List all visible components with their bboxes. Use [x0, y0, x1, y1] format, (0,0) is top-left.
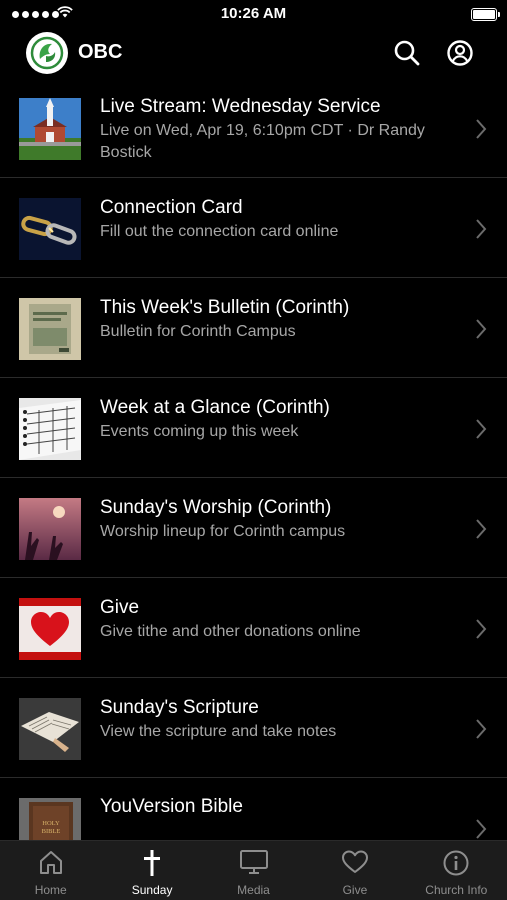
- app-header: OBC: [0, 28, 507, 78]
- list-item-week-at-a-glance[interactable]: Week at a Glance (Corinth) Events coming…: [0, 378, 507, 478]
- open-bible-thumbnail: [19, 698, 81, 760]
- status-time: 10:26 AM: [220, 5, 287, 22]
- account-icon: [447, 40, 473, 66]
- tab-home[interactable]: Home: [0, 841, 101, 900]
- list-item-subtitle: Worship lineup for Corinth campus: [100, 523, 346, 540]
- chain-links-thumbnail: [19, 198, 81, 260]
- tab-media[interactable]: Media: [203, 841, 304, 900]
- status-bar: 10:26 AM: [0, 0, 507, 28]
- tab-label: Sunday: [131, 883, 173, 897]
- search-button[interactable]: [390, 36, 424, 70]
- chevron-right-icon: [476, 819, 487, 839]
- list-item-sunday-scripture[interactable]: Sunday's Scripture View the scripture an…: [0, 678, 507, 778]
- content-list: Live Stream: Wednesday Service Live on W…: [0, 78, 507, 840]
- calendar-planner-thumbnail: [19, 398, 81, 460]
- worship-hands-thumbnail: [19, 498, 81, 560]
- list-item-title: Live Stream: Wednesday Service: [100, 96, 381, 117]
- chevron-right-icon: [476, 119, 487, 139]
- list-item-live-stream[interactable]: Live Stream: Wednesday Service Live on W…: [0, 78, 507, 178]
- list-item-youversion-bible[interactable]: HOLY BIBLE YouVersion Bible: [0, 778, 507, 840]
- tab-give[interactable]: Give: [304, 841, 405, 900]
- heart-thumbnail: [19, 598, 81, 660]
- list-item-subtitle: Events coming up this week: [100, 423, 299, 440]
- list-item-title: Sunday's Worship (Corinth): [100, 497, 332, 518]
- tab-label: Give: [342, 883, 368, 897]
- tab-label: Home: [34, 883, 67, 897]
- list-item-subtitle: Bulletin for Corinth Campus: [100, 323, 296, 340]
- tab-label: Church Info: [425, 883, 488, 897]
- holy-bible-cover-thumbnail: HOLY BIBLE: [19, 798, 81, 840]
- chevron-right-icon: [476, 319, 487, 339]
- list-item-subtitle: Fill out the connection card online: [100, 223, 339, 240]
- list-item-title: Connection Card: [100, 197, 243, 218]
- list-item-give[interactable]: Give Give tithe and other donations onli…: [0, 578, 507, 678]
- bible-cover-text-1: HOLY: [42, 820, 60, 827]
- list-item-title: Give: [100, 597, 140, 618]
- chevron-right-icon: [476, 519, 487, 539]
- tab-bar: Home Sunday Media Give Church Info: [0, 840, 507, 900]
- list-item-title: Week at a Glance (Corinth): [100, 397, 330, 418]
- list-item-sunday-worship[interactable]: Sunday's Worship (Corinth) Worship lineu…: [0, 478, 507, 578]
- chevron-right-icon: [476, 219, 487, 239]
- cross-icon: [144, 850, 161, 876]
- app-title: OBC: [78, 41, 123, 63]
- bulletin-page-thumbnail: [19, 298, 81, 360]
- search-icon: [394, 40, 420, 66]
- list-item-title: YouVersion Bible: [100, 796, 243, 817]
- church-building-thumbnail: [19, 98, 81, 160]
- chevron-right-icon: [476, 419, 487, 439]
- bible-cover-text-2: BIBLE: [42, 828, 61, 835]
- list-item-subtitle: Give tithe and other donations online: [100, 623, 361, 640]
- account-button[interactable]: [443, 36, 477, 70]
- tab-sunday[interactable]: Sunday: [101, 841, 202, 900]
- home-icon: [39, 851, 62, 874]
- battery-icon: [471, 8, 500, 21]
- chevron-right-icon: [476, 619, 487, 639]
- heart-icon: [341, 850, 368, 873]
- list-item-subtitle: Live on Wed, Apr 19, 6:10pm CDT · Dr Ran…: [100, 122, 425, 161]
- tab-church-info[interactable]: Church Info: [406, 841, 507, 900]
- info-icon: [443, 850, 469, 876]
- church-logo[interactable]: [26, 32, 68, 74]
- chevron-right-icon: [476, 719, 487, 739]
- list-item-title: This Week's Bulletin (Corinth): [100, 297, 350, 318]
- tab-label: Media: [237, 883, 270, 897]
- monitor-icon: [239, 850, 268, 874]
- list-item-subtitle: View the scripture and take notes: [100, 723, 337, 740]
- list-item-title: Sunday's Scripture: [100, 697, 259, 718]
- list-item-connection-card[interactable]: Connection Card Fill out the connection …: [0, 178, 507, 278]
- list-item-bulletin[interactable]: This Week's Bulletin (Corinth) Bulletin …: [0, 278, 507, 378]
